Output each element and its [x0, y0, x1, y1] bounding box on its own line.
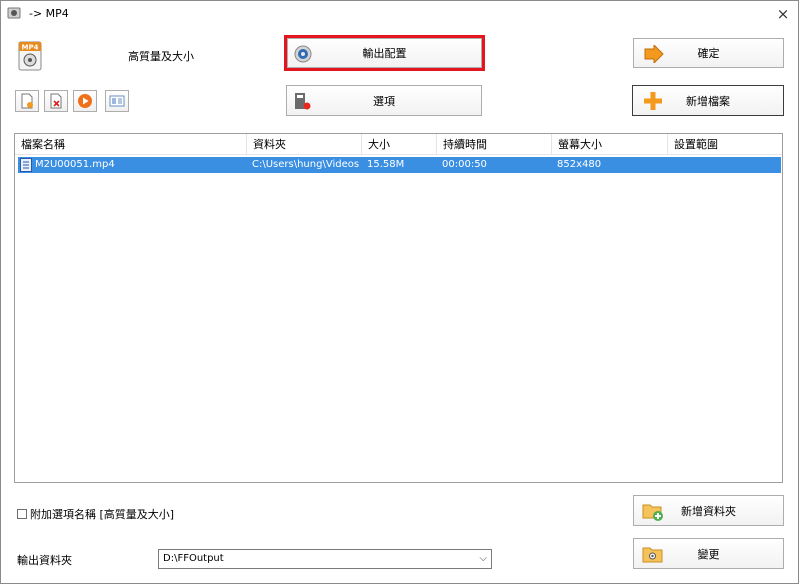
change-label: 變更	[697, 547, 720, 561]
column-header-size[interactable]: 大小	[362, 134, 437, 155]
window-title: -> MP4	[29, 7, 69, 20]
column-header-screen-size[interactable]: 螢幕大小	[552, 134, 668, 155]
file-list[interactable]: 檔案名稱 資料夾 大小 持續時間 螢幕大小 設置範圍 M2U00051.mp4 …	[14, 133, 783, 483]
column-header-name[interactable]: 檔案名稱	[15, 134, 247, 155]
profile-label: 高質量及大小	[128, 50, 194, 63]
add-folder-label: 新增資料夾	[681, 504, 736, 518]
convert-dialog: -> MP4 × MP4 高質量及大小 輸出配置 確定 選項 新增檔案 檔案名稱…	[0, 0, 799, 584]
play-icon	[78, 94, 92, 108]
column-header-range[interactable]: 設置範圍	[668, 134, 782, 155]
chevron-down-icon[interactable]: ⌵	[479, 553, 487, 564]
output-folder-select[interactable]: D:\FFOutput ⌵	[158, 549, 492, 569]
video-file-icon	[20, 158, 32, 172]
highlight-box	[284, 35, 485, 71]
file-name: M2U00051.mp4	[35, 159, 115, 170]
append-option-label: 附加選項名稱 [高質量及大小]	[30, 508, 175, 521]
app-icon	[7, 7, 21, 19]
file-range	[673, 157, 773, 173]
add-file-small-button[interactable]	[15, 90, 39, 112]
add-file-icon	[21, 93, 33, 109]
play-button[interactable]	[73, 90, 97, 112]
column-header-duration[interactable]: 持續時間	[437, 134, 552, 155]
title-bar: -> MP4 ×	[1, 1, 798, 29]
file-duration: 00:00:50	[442, 159, 487, 170]
media-info-button[interactable]	[105, 90, 129, 112]
file-row[interactable]: M2U00051.mp4 C:\Users\hung\Videos 15.58M…	[18, 157, 781, 173]
remove-file-icon	[50, 93, 62, 109]
output-folder-value: D:\FFOutput	[163, 553, 224, 564]
close-button[interactable]: ×	[768, 1, 798, 27]
svg-text:MP4: MP4	[22, 44, 39, 52]
ok-label: 確定	[697, 47, 720, 60]
file-list-header: 檔案名稱 資料夾 大小 持續時間 螢幕大小 設置範圍	[15, 134, 782, 155]
column-header-folder[interactable]: 資料夾	[247, 134, 362, 155]
options-button[interactable]: 選項	[286, 85, 482, 116]
remove-file-button[interactable]	[44, 90, 68, 112]
mp4-format-icon: MP4	[18, 41, 42, 71]
ok-button[interactable]: 確定	[633, 38, 784, 68]
add-file-button[interactable]: 新增檔案	[632, 85, 784, 116]
file-folder: C:\Users\hung\Videos	[252, 159, 360, 170]
file-size: 15.58M	[367, 159, 405, 170]
output-folder-label: 輸出資料夾	[17, 554, 72, 567]
append-option-checkbox[interactable]: 附加選項名稱 [高質量及大小]	[17, 506, 174, 522]
media-info-icon	[109, 95, 125, 107]
options-label: 選項	[373, 94, 395, 108]
file-screen-size: 852x480	[557, 159, 602, 170]
change-button[interactable]: 變更	[633, 538, 784, 569]
add-folder-button[interactable]: 新增資料夾	[633, 495, 784, 526]
checkbox-box[interactable]	[17, 509, 27, 519]
add-file-label: 新增檔案	[686, 94, 730, 108]
